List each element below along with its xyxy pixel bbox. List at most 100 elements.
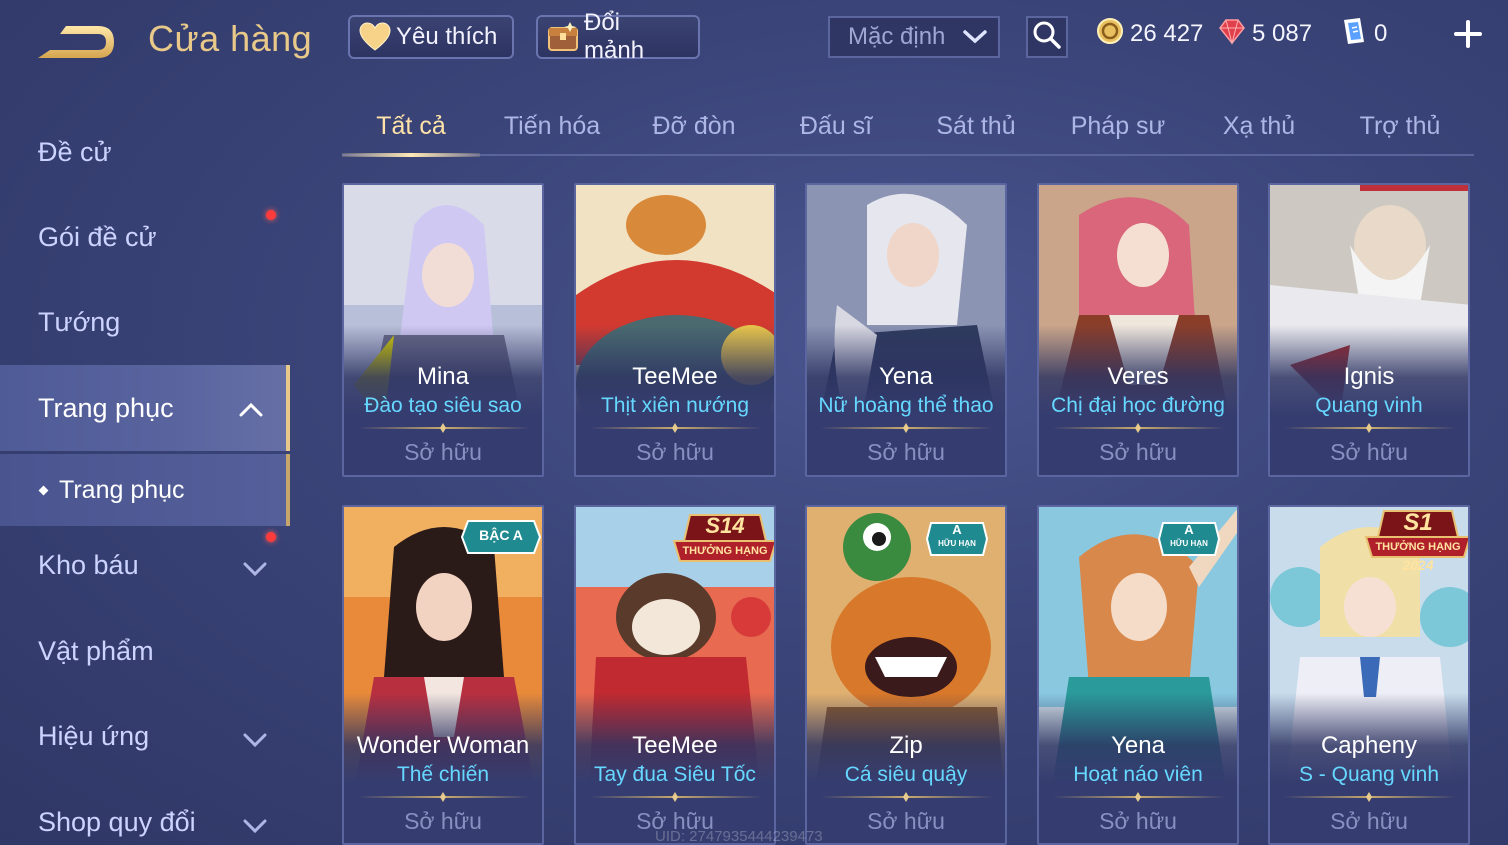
skin-name: Đào tạo siêu sao xyxy=(364,394,522,417)
sidebar-item-label: Shop quy đổi xyxy=(38,806,196,837)
sidebar-item-exchange-shop[interactable]: Shop quy đổi xyxy=(0,787,290,845)
ownership-status: Sở hữu xyxy=(1099,808,1177,834)
badge-sublabel: THƯỞNG HẠNG xyxy=(682,545,768,557)
tab-all[interactable]: Tất cả xyxy=(376,112,445,141)
badge-label: S1 xyxy=(1403,509,1433,536)
search-button[interactable] xyxy=(1026,16,1068,58)
tier-badge: A HỮU HẠN xyxy=(925,519,989,564)
shard-exchange-button[interactable]: Đổi mảnh xyxy=(536,9,700,64)
card-divider xyxy=(1284,796,1456,798)
skin-name: Quang vinh xyxy=(1315,394,1423,417)
tab-support[interactable]: Trợ thủ xyxy=(1360,112,1441,141)
chevron-up-icon xyxy=(238,395,264,426)
skin-name: Thế chiến xyxy=(396,763,490,786)
tab-fighter[interactable]: Đấu sĩ xyxy=(800,112,872,141)
back-arrow-icon[interactable] xyxy=(36,22,118,62)
skin-card[interactable]: A HỮU HẠN Zip Cá siêu quậy Sở hữu xyxy=(805,505,1007,845)
sidebar-item-label: Vật phẩm xyxy=(38,635,154,666)
sidebar-item-heroes[interactable]: Tướng xyxy=(0,287,290,357)
season-badge: S1 THƯỞNG HẠNG 2024 xyxy=(1362,507,1468,580)
chevron-down-icon xyxy=(962,26,988,55)
sidebar-item-items[interactable]: Vật phẩm xyxy=(0,616,290,686)
skin-card[interactable]: Mina Đào tạo siêu sao Sở hữu xyxy=(342,183,544,477)
shard-chest-icon xyxy=(546,20,580,54)
hero-name: Yena xyxy=(879,363,933,390)
card-divider xyxy=(1284,427,1456,429)
favorites-label: Yêu thích xyxy=(396,23,498,50)
sidebar-item-recommended-packs[interactable]: Gói đề cử xyxy=(0,202,290,272)
hero-name: Ignis xyxy=(1343,363,1395,390)
top-bar: Cửa hàng Yêu thích Đổi mảnh Mặc định 26 … xyxy=(0,0,1508,78)
tab-marksman[interactable]: Xạ thủ xyxy=(1223,112,1295,141)
page-title: Cửa hàng xyxy=(148,18,313,59)
sidebar-subitem-skins[interactable]: Trang phục xyxy=(0,454,290,526)
ownership-status: Sở hữu xyxy=(867,808,945,834)
ownership-status: Sở hữu xyxy=(404,439,482,465)
hero-name: Veres xyxy=(1107,363,1169,390)
voucher-balance: 0 xyxy=(1340,16,1388,53)
user-id-watermark: UID: 2747935444239473 xyxy=(655,828,823,845)
sidebar-item-label: Hiệu ứng xyxy=(38,720,150,751)
card-divider xyxy=(358,796,530,798)
tier-badge: A HỮU HẠN xyxy=(1157,519,1221,564)
tier-badge: BẬC A xyxy=(460,519,542,560)
tab-evolution[interactable]: Tiến hóa xyxy=(504,112,600,141)
skin-card[interactable]: TeeMee Thịt xiên nướng Sở hữu xyxy=(574,183,776,477)
badge-sublabel: HỮU HẠN xyxy=(938,539,976,548)
role-filter-tabs: Tất cả Tiến hóa Đỡ đòn Đấu sĩ Sát thủ Ph… xyxy=(342,100,1474,157)
skin-card[interactable]: Ignis Quang vinh Sở hữu xyxy=(1268,183,1470,477)
ruby-balance: 5 087 xyxy=(1218,18,1312,50)
badge-label: A xyxy=(1184,522,1194,537)
skin-card[interactable]: BẬC A Wonder Woman Thế chiến Sở hữu xyxy=(342,505,544,845)
shard-exchange-label: Đổi mảnh xyxy=(584,9,645,64)
sidebar-item-skins[interactable]: Trang phục xyxy=(0,365,290,451)
sort-selected-value: Mặc định xyxy=(848,23,946,50)
add-currency-button[interactable] xyxy=(1450,16,1486,52)
badge-label: S14 xyxy=(705,513,745,538)
chevron-down-icon xyxy=(242,811,268,842)
badge-label: A xyxy=(952,522,962,537)
hero-name: TeeMee xyxy=(632,732,718,759)
card-divider xyxy=(590,427,762,429)
voucher-amount: 0 xyxy=(1374,20,1388,47)
skin-name: S - Quang vinh xyxy=(1298,763,1440,786)
ownership-status: Sở hữu xyxy=(1330,808,1408,834)
card-divider xyxy=(1053,796,1225,798)
sidebar-item-treasure[interactable]: Kho báu xyxy=(0,530,290,600)
skin-card[interactable]: Yena Nữ hoàng thể thao Sở hữu xyxy=(805,183,1007,477)
skin-name: Nữ hoàng thể thao xyxy=(818,394,994,417)
card-divider xyxy=(821,427,993,429)
card-divider xyxy=(358,427,530,429)
sidebar-item-label: Gói đề cử xyxy=(38,221,157,252)
sidebar-item-label: Tướng xyxy=(38,306,121,337)
ownership-status: Sở hữu xyxy=(867,439,945,465)
gold-balance: 26 427 xyxy=(1096,17,1203,52)
hero-name: TeeMee xyxy=(632,363,718,390)
ruby-amount: 5 087 xyxy=(1252,20,1313,47)
tab-mage[interactable]: Pháp sư xyxy=(1071,112,1166,141)
skin-card[interactable]: A HỮU HẠN Yena Hoạt náo viên Sở hữu xyxy=(1037,505,1239,845)
voucher-icon xyxy=(1340,16,1368,53)
notification-dot xyxy=(266,210,276,220)
heart-icon xyxy=(358,20,392,54)
search-icon xyxy=(1032,20,1062,55)
notification-dot xyxy=(266,532,276,542)
sidebar-item-recommended[interactable]: Đề cử xyxy=(0,117,290,187)
sort-dropdown[interactable]: Mặc định xyxy=(828,16,1000,58)
gold-coin-icon xyxy=(1096,17,1124,52)
hero-name: Mina xyxy=(416,363,470,390)
skin-card[interactable]: S1 THƯỞNG HẠNG 2024 Capheny S - Quang vi… xyxy=(1268,505,1470,845)
skin-card[interactable]: S14 THƯỞNG HẠNG TeeMee Tay đua Siêu Tốc … xyxy=(574,505,776,845)
active-tab-indicator xyxy=(342,153,480,157)
sidebar-item-effects[interactable]: Hiệu ứng xyxy=(0,701,290,771)
diamond-bullet-icon xyxy=(38,485,49,495)
hero-name: Zip xyxy=(889,732,923,759)
favorites-button[interactable]: Yêu thích xyxy=(348,15,514,59)
skin-name: Tay đua Siêu Tốc xyxy=(594,763,756,786)
sidebar-item-label: Đề cử xyxy=(38,136,112,167)
skin-card[interactable]: Veres Chị đại học đường Sở hữu xyxy=(1037,183,1239,477)
skin-name: Hoạt náo viên xyxy=(1073,763,1203,786)
tab-tank[interactable]: Đỡ đòn xyxy=(652,112,735,141)
tab-assassin[interactable]: Sát thủ xyxy=(936,112,1015,141)
badge-label: BẬC A xyxy=(479,527,523,543)
